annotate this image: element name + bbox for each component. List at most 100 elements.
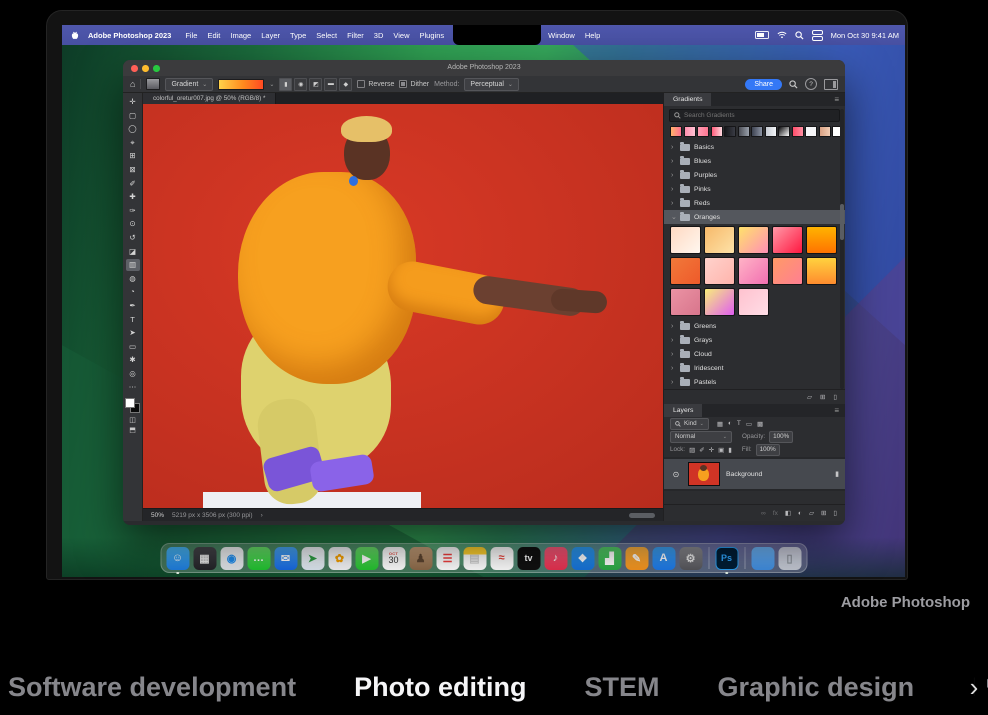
- share-button[interactable]: Share: [745, 79, 782, 90]
- recent-gradient-swatch[interactable]: [805, 126, 817, 137]
- orange-gradient-swatch[interactable]: [704, 288, 735, 316]
- angle-gradient-button[interactable]: ◩: [309, 78, 322, 91]
- lock-transparent-pixels-icon[interactable]: ▨: [689, 446, 695, 454]
- dock-item-launchpad[interactable]: ▦: [192, 544, 217, 572]
- layer-thumbnail[interactable]: [688, 462, 720, 486]
- menu-item-image[interactable]: Image: [225, 31, 256, 40]
- gradient-group-cloud[interactable]: ›Cloud: [664, 347, 845, 361]
- orange-gradient-swatch[interactable]: [772, 226, 803, 254]
- adjustment-layer-icon[interactable]: ◐: [798, 510, 802, 517]
- gradient-group-reds[interactable]: ›Reds: [664, 196, 845, 210]
- type-tool[interactable]: T: [126, 314, 140, 326]
- orange-gradient-swatch[interactable]: [670, 288, 701, 316]
- apple-menu-icon[interactable]: [70, 30, 81, 41]
- dock-item-finder[interactable]: ☺: [165, 544, 190, 572]
- dock-item-maps[interactable]: ➤: [300, 544, 325, 572]
- layer-style-icon[interactable]: fx: [773, 510, 778, 517]
- tab-graphic-design[interactable]: Graphic design: [718, 672, 915, 703]
- active-app-name[interactable]: Adobe Photoshop 2023: [88, 31, 171, 40]
- control-center-icon[interactable]: [812, 30, 823, 41]
- pen-tool[interactable]: ✒: [126, 300, 140, 312]
- method-dropdown[interactable]: Perceptual⌄: [464, 78, 519, 91]
- marquee-tool[interactable]: ▢: [126, 110, 140, 122]
- orange-gradient-swatch[interactable]: [704, 257, 735, 285]
- recent-gradient-swatch[interactable]: [724, 126, 736, 137]
- color-swatches[interactable]: [125, 398, 140, 413]
- crop-tool[interactable]: ⊞: [126, 150, 140, 162]
- screen-mode-icon[interactable]: ⬒: [129, 426, 136, 434]
- recent-gradient-swatch[interactable]: [792, 126, 804, 137]
- layer-filter-dropdown[interactable]: Kind ⌄: [670, 418, 709, 430]
- panel-menu-icon[interactable]: ≡: [834, 93, 839, 106]
- foreground-color-swatch[interactable]: [125, 398, 135, 408]
- dock-item-reminders[interactable]: ☰: [435, 544, 460, 572]
- tab-stem[interactable]: STEM: [585, 672, 660, 703]
- gradient-group-purples[interactable]: ›Purples: [664, 168, 845, 182]
- quick-mask-icon[interactable]: ◫: [129, 416, 136, 424]
- diamond-gradient-button[interactable]: ◆: [339, 78, 352, 91]
- status-chevron-icon[interactable]: ›: [261, 512, 263, 519]
- dock-item-pages[interactable]: ✎: [624, 544, 649, 572]
- menu-item-select[interactable]: Select: [311, 31, 342, 40]
- shape-layers-filter-icon[interactable]: ▭: [746, 420, 752, 428]
- menu-item-3d[interactable]: 3D: [369, 31, 389, 40]
- dock-item-keynote[interactable]: ❖: [570, 544, 595, 572]
- dock-item-facetime[interactable]: ▶: [354, 544, 379, 572]
- menu-item-file[interactable]: File: [180, 31, 202, 40]
- home-icon[interactable]: ⌂: [130, 79, 135, 89]
- tool-preset-icon[interactable]: [146, 78, 160, 90]
- gradient-group-oranges[interactable]: ⌄ Oranges: [664, 210, 845, 224]
- dock-item-photos[interactable]: ✿: [327, 544, 352, 572]
- next-tabs-button[interactable]: ›: [961, 668, 987, 706]
- menu-item-view[interactable]: View: [388, 31, 414, 40]
- lock-image-pixels-icon[interactable]: ✐: [699, 446, 704, 454]
- zoom-level-field[interactable]: 50%: [151, 512, 164, 519]
- lock-artboard-icon[interactable]: ▣: [718, 446, 724, 454]
- gradient-picker-dropdown[interactable]: Gradient⌄: [165, 78, 213, 91]
- blur-tool[interactable]: ◍: [126, 273, 140, 285]
- opacity-field[interactable]: 100%: [769, 431, 793, 443]
- dodge-tool[interactable]: ◔: [126, 286, 140, 298]
- recent-gradient-swatch[interactable]: [711, 126, 723, 137]
- layer-mask-icon[interactable]: ◧: [785, 509, 791, 517]
- orange-gradient-swatch[interactable]: [704, 226, 735, 254]
- healing-brush-tool[interactable]: ✚: [126, 191, 140, 203]
- dock-item-numbers[interactable]: ▟: [597, 544, 622, 572]
- radial-gradient-button[interactable]: ◉: [294, 78, 307, 91]
- layers-tab[interactable]: Layers: [664, 404, 702, 417]
- search-icon[interactable]: [789, 80, 798, 89]
- menu-item-help[interactable]: Help: [580, 31, 605, 40]
- link-layers-icon[interactable]: ∞: [761, 510, 766, 517]
- lock-position-icon[interactable]: ✛: [709, 446, 714, 454]
- dock-item-downloads-folder[interactable]: [750, 544, 775, 572]
- delete-layer-icon[interactable]: ▯: [833, 509, 837, 517]
- menu-item-layer[interactable]: Layer: [256, 31, 285, 40]
- orange-gradient-swatch[interactable]: [670, 257, 701, 285]
- orange-gradient-swatch[interactable]: [738, 226, 769, 254]
- menu-item-type[interactable]: Type: [285, 31, 311, 40]
- recent-gradient-swatch[interactable]: [819, 126, 831, 137]
- gradient-search[interactable]: [669, 109, 840, 122]
- frame-tool[interactable]: ⊠: [126, 164, 140, 176]
- workspace-switcher-icon[interactable]: [824, 79, 838, 90]
- dock-item-music[interactable]: ♪: [543, 544, 568, 572]
- spotlight-search-icon[interactable]: [795, 31, 804, 40]
- gradient-search-input[interactable]: [684, 112, 835, 119]
- menu-item-window[interactable]: Window: [543, 31, 580, 40]
- eyedropper-tool[interactable]: ✐: [126, 178, 140, 190]
- recent-gradient-swatch[interactable]: [778, 126, 790, 137]
- tab-software-development[interactable]: Software development: [8, 672, 296, 703]
- new-gradient-group-icon[interactable]: ▱: [807, 393, 812, 401]
- more-tools[interactable]: ⋯: [126, 381, 140, 393]
- lock-all-icon[interactable]: ▮: [728, 446, 732, 454]
- recent-gradient-swatch[interactable]: [684, 126, 696, 137]
- gradient-group-pastels[interactable]: ›Pastels: [664, 375, 845, 389]
- menu-item-filter[interactable]: Filter: [342, 31, 369, 40]
- menu-item-edit[interactable]: Edit: [202, 31, 225, 40]
- dock-item-mail[interactable]: ✉: [273, 544, 298, 572]
- recent-gradient-swatch[interactable]: [697, 126, 709, 137]
- dock-item-freeform[interactable]: ≈: [489, 544, 514, 572]
- new-layer-icon[interactable]: ⊞: [821, 509, 826, 517]
- history-brush-tool[interactable]: ↺: [126, 232, 140, 244]
- move-tool[interactable]: ✛: [126, 96, 140, 108]
